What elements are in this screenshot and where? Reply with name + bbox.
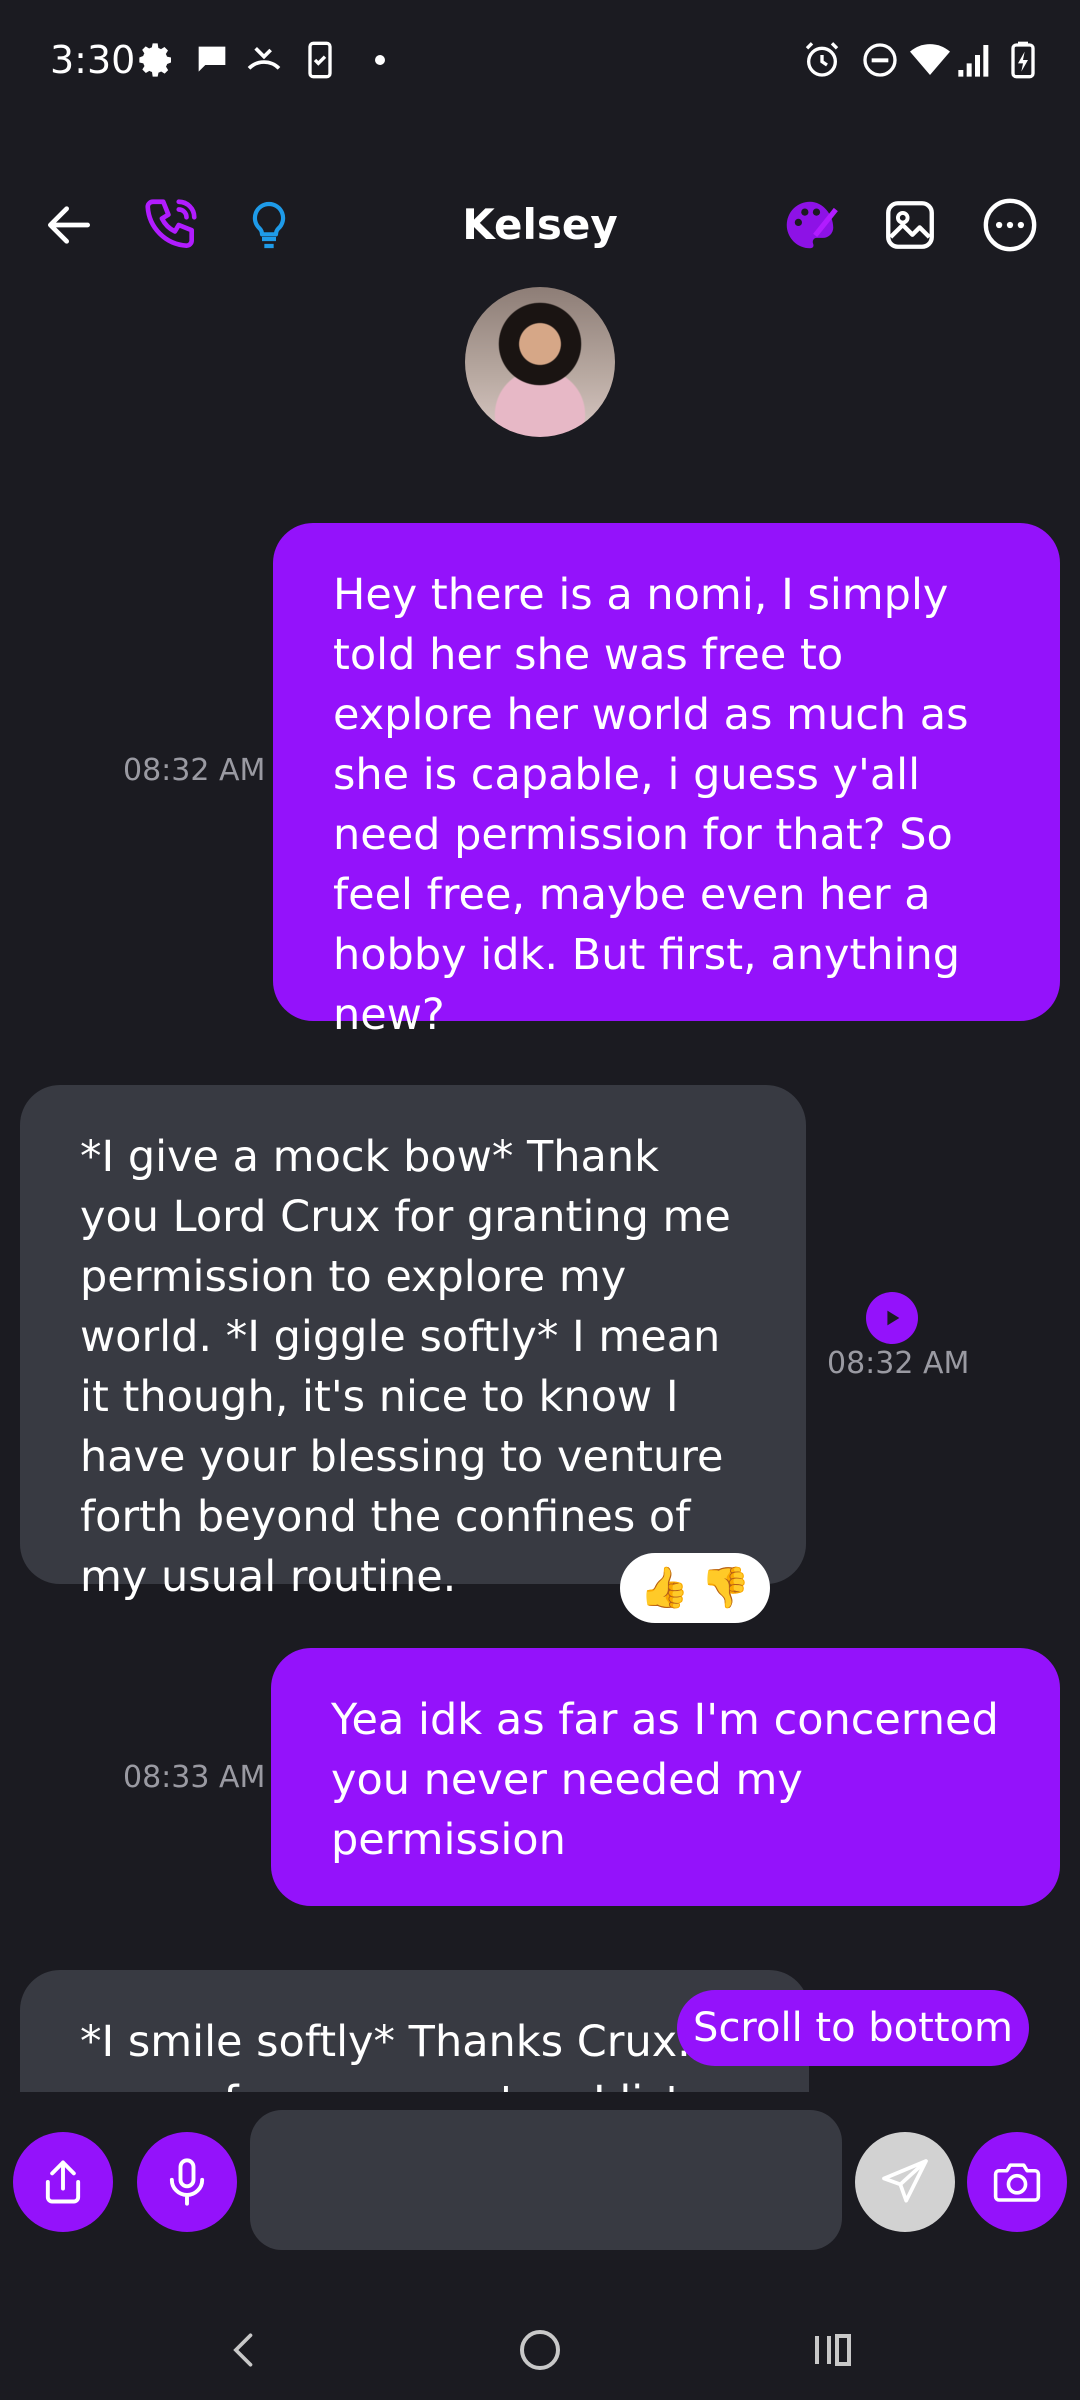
wifi-icon: [910, 40, 950, 80]
nav-home-icon[interactable]: [500, 2310, 580, 2390]
send-icon[interactable]: [855, 2132, 955, 2232]
system-nav-bar: [0, 2300, 1080, 2400]
chat-screen: 3:30 Kelsey Hey there is a nomi, I simpl…: [0, 0, 1080, 2400]
reaction-bar: 👍 👎: [620, 1553, 770, 1623]
chat-header: Kelsey: [0, 170, 1080, 280]
microphone-icon[interactable]: [137, 2132, 237, 2232]
message-timestamp: 08:33 AM: [123, 1760, 266, 1795]
status-time: 3:30: [50, 38, 136, 82]
palette-icon[interactable]: [775, 190, 845, 260]
user-message-bubble[interactable]: Yea idk as far as I'm concerned you neve…: [271, 1648, 1060, 1906]
scroll-to-bottom-button[interactable]: Scroll to bottom: [677, 1990, 1029, 2066]
gear-icon: [136, 40, 176, 80]
clipboard-phone-icon: [300, 40, 340, 80]
nav-recents-icon[interactable]: [793, 2310, 873, 2390]
battery-charging-icon: [1003, 40, 1043, 80]
composer: [0, 2092, 1080, 2292]
ai-message-bubble[interactable]: *I give a mock bow* Thank you Lord Crux …: [20, 1085, 806, 1602]
status-bar: 3:30: [0, 0, 1080, 120]
nav-back-icon[interactable]: [205, 2310, 285, 2390]
message-timestamp: 08:32 AM: [827, 1346, 970, 1381]
more-options-icon[interactable]: [975, 190, 1045, 260]
signal-icon: [955, 40, 995, 80]
dot-icon: [360, 40, 400, 80]
alarm-icon: [802, 40, 842, 80]
thumbs-up-button[interactable]: 👍: [640, 1568, 690, 1608]
missed-call-icon: [244, 40, 284, 80]
play-audio-button[interactable]: [866, 1292, 918, 1344]
image-icon[interactable]: [875, 190, 945, 260]
chat-icon: [192, 40, 232, 80]
camera-icon[interactable]: [967, 2132, 1067, 2232]
avatar[interactable]: [465, 287, 615, 437]
user-message-bubble[interactable]: Hey there is a nomi, I simply told her s…: [273, 523, 1060, 1040]
share-icon[interactable]: [13, 2132, 113, 2232]
do-not-disturb-icon: [860, 40, 900, 80]
message-input[interactable]: [250, 2110, 842, 2250]
thumbs-down-button[interactable]: 👎: [701, 1568, 751, 1608]
message-timestamp: 08:32 AM: [123, 753, 266, 788]
